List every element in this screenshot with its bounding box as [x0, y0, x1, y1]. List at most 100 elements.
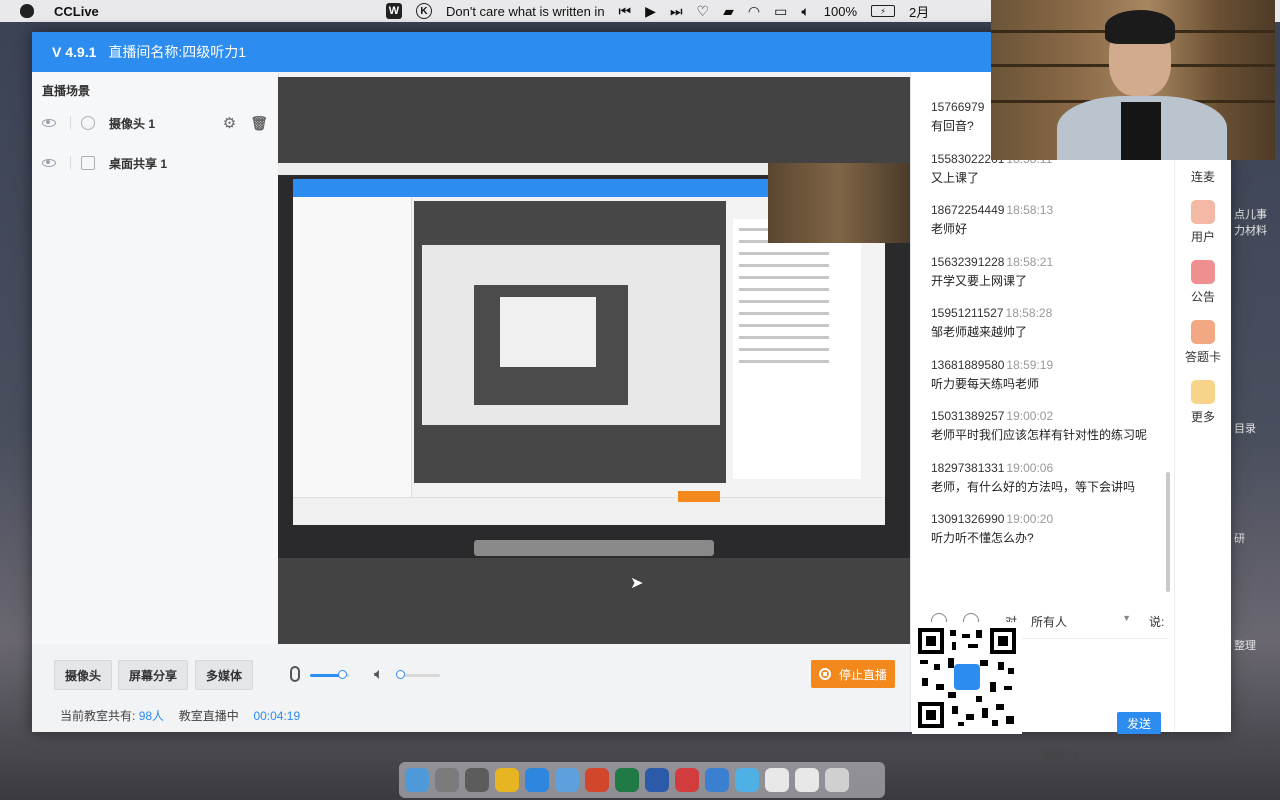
kuwo-icon[interactable] [705, 768, 729, 792]
more-icon [1191, 380, 1215, 404]
wps-icon[interactable] [675, 768, 699, 792]
recipient-value: 所有人 [1031, 614, 1068, 629]
chat-user-id: 18672254449 [931, 203, 1005, 217]
chat-message-user: 13681889580 18:59:19 [931, 358, 1171, 372]
chat-message-time: 18:58:28 [1005, 306, 1053, 320]
qr-code [912, 622, 1022, 734]
battery-icon[interactable]: ⚡ [871, 5, 895, 17]
chat-message: 15632391228 18:58:21 开学又要上网课了 [931, 255, 1171, 289]
multimedia-button[interactable]: 多媒体 [195, 660, 254, 690]
chat-user-id: 18297381331 [931, 460, 1005, 475]
camera-button[interactable]: 摄像头 [54, 660, 113, 690]
chat-user-id: 15632391228 [931, 254, 1005, 269]
menu-extras: W K Don't care what is written in ⏮ ▶ ⏭ … [386, 0, 929, 22]
tool-link-mic[interactable]: 连麦 [1175, 168, 1231, 185]
chat-message-text: 老师，有什么好的方法吗，等下会讲吗 [931, 479, 1136, 494]
chat-message-user: 18672254449 18:58:13 [931, 203, 1171, 217]
system-preferences-icon[interactable] [465, 768, 489, 792]
chat-message-time: 18:58:21 [1006, 254, 1054, 269]
heart-icon[interactable]: ♡ [697, 3, 710, 20]
kuwo-icon[interactable]: K [416, 3, 432, 19]
scene-panel: 直播场景 摄像头 1 ⚙ 🗑︎ 桌面共享 1 [32, 72, 279, 644]
chat-message-user: 18297381331 19:00:06 [931, 461, 1171, 475]
trash-icon[interactable] [825, 768, 849, 792]
dock [399, 762, 885, 798]
wps-icon[interactable]: W [386, 3, 402, 19]
live-status-label: 教室直播中 [178, 709, 239, 723]
battery-percent: 100% [823, 3, 857, 19]
chat-message-text: 听力要每天练吗老师 [931, 376, 1040, 391]
next-track-icon[interactable]: ⏭ [670, 3, 683, 20]
screen-share-button[interactable]: 屏幕分享 [118, 660, 189, 690]
speaker-icon[interactable]: 🔈︎ [374, 666, 384, 684]
chat-user-id: 15951211527 [931, 306, 1004, 320]
tool-announcement[interactable]: 公告 [1175, 260, 1231, 305]
tool-more[interactable]: 更多 [1175, 380, 1231, 425]
desktop-label: 点儿事 [1234, 209, 1267, 221]
cclive-icon[interactable] [735, 768, 759, 792]
stop-live-label: 停止直播 [838, 667, 887, 682]
announcement-icon [1191, 260, 1215, 284]
wifi-icon[interactable]: ◠ [748, 3, 760, 20]
visibility-eye-icon[interactable] [42, 119, 56, 127]
app-menu-name[interactable]: CCLive [54, 4, 99, 19]
finder-icon[interactable] [405, 768, 429, 792]
scene-item-camera[interactable]: 摄像头 1 ⚙ 🗑︎ [42, 110, 268, 136]
chat-message: 15951211527 18:58:28 邹老师越来越帅了 [931, 306, 1171, 340]
chat-message-user: 15031389257 19:00:02 [931, 409, 1171, 423]
chat-message-user: 15951211527 18:58:28 [931, 306, 1171, 320]
chat-user-id: 15031389257 [931, 409, 1005, 423]
visibility-eye-icon[interactable] [42, 159, 56, 167]
chat-message-text: 老师好 [931, 222, 968, 236]
excel-icon[interactable] [615, 768, 639, 792]
broadcast-controls: 摄像头 屏幕分享 多媒体 🔈︎ 停止直播 当前教室共有: 98人 教室直播中 0… [32, 644, 910, 732]
microphone-icon[interactable] [290, 666, 300, 682]
powerpoint-icon[interactable] [585, 768, 609, 792]
window-icon[interactable] [795, 768, 819, 792]
tool-users[interactable]: 用户 [1175, 200, 1231, 245]
volume-icon[interactable]: 🔈︎ [801, 3, 809, 20]
tool-sidebar: 连麦 用户 公告 答题卡 更多 [1174, 72, 1231, 732]
safari-icon[interactable] [525, 768, 549, 792]
chat-scrollbar[interactable] [1166, 472, 1170, 592]
chrome-icon[interactable] [495, 768, 519, 792]
window-icon[interactable] [765, 768, 789, 792]
tool-label: 用户 [1190, 230, 1215, 244]
chat-message-text: 邹老师越来越帅了 [931, 325, 1028, 339]
recipient-select[interactable]: 所有人 ▼ [1031, 613, 1131, 630]
apple-icon[interactable] [20, 4, 34, 18]
previous-track-icon[interactable]: ⏮ [619, 3, 632, 20]
chat-message: 13681889580 18:59:19 听力要每天练吗老师 [931, 358, 1171, 392]
chevron-down-icon: ▼ [1122, 612, 1132, 623]
chat-message-time: 18:58:13 [1006, 203, 1054, 217]
app-store-icon[interactable] [555, 768, 579, 792]
live-preview[interactable]: ➤ [278, 77, 910, 644]
chat-message-time: 18:59:19 [1006, 357, 1054, 372]
trash-icon[interactable]: 🗑︎ [250, 115, 268, 132]
qr-code-graphic [918, 628, 1016, 728]
notification-icon[interactable]: ▰ [723, 3, 734, 20]
now-playing-text[interactable]: Don't care what is written in [446, 4, 605, 19]
chat-message-time: 19:00:06 [1006, 460, 1054, 475]
word-icon[interactable] [645, 768, 669, 792]
send-button[interactable]: 发送 [1117, 712, 1161, 734]
mic-volume-slider[interactable] [310, 670, 350, 679]
launchpad-icon[interactable] [435, 768, 459, 792]
chat-user-id: 15766979 [931, 100, 985, 114]
users-icon [1191, 200, 1215, 224]
camera-icon [81, 116, 95, 130]
stop-live-button[interactable]: 停止直播 [811, 660, 895, 688]
chat-message: 13091326990 19:00:20 听力听不懂怎么办? [931, 512, 1171, 546]
speaker-volume-slider[interactable] [396, 670, 440, 679]
gear-icon[interactable]: ⚙ [223, 114, 236, 132]
tool-answer-card[interactable]: 答题卡 [1175, 320, 1231, 365]
chat-message-text: 开学又要上网课了 [931, 273, 1028, 288]
menu-date[interactable]: 2月 [909, 2, 929, 21]
scene-item-screen-share[interactable]: 桌面共享 1 [42, 150, 268, 176]
chat-message-user: 15632391228 18:58:21 [931, 255, 1171, 269]
play-icon[interactable]: ▶ [645, 3, 656, 20]
tool-label: 公告 [1190, 290, 1215, 304]
mouse-cursor-icon: ➤ [630, 575, 644, 592]
tool-label: 更多 [1190, 410, 1215, 424]
airplay-icon[interactable]: ▭ [774, 3, 787, 20]
